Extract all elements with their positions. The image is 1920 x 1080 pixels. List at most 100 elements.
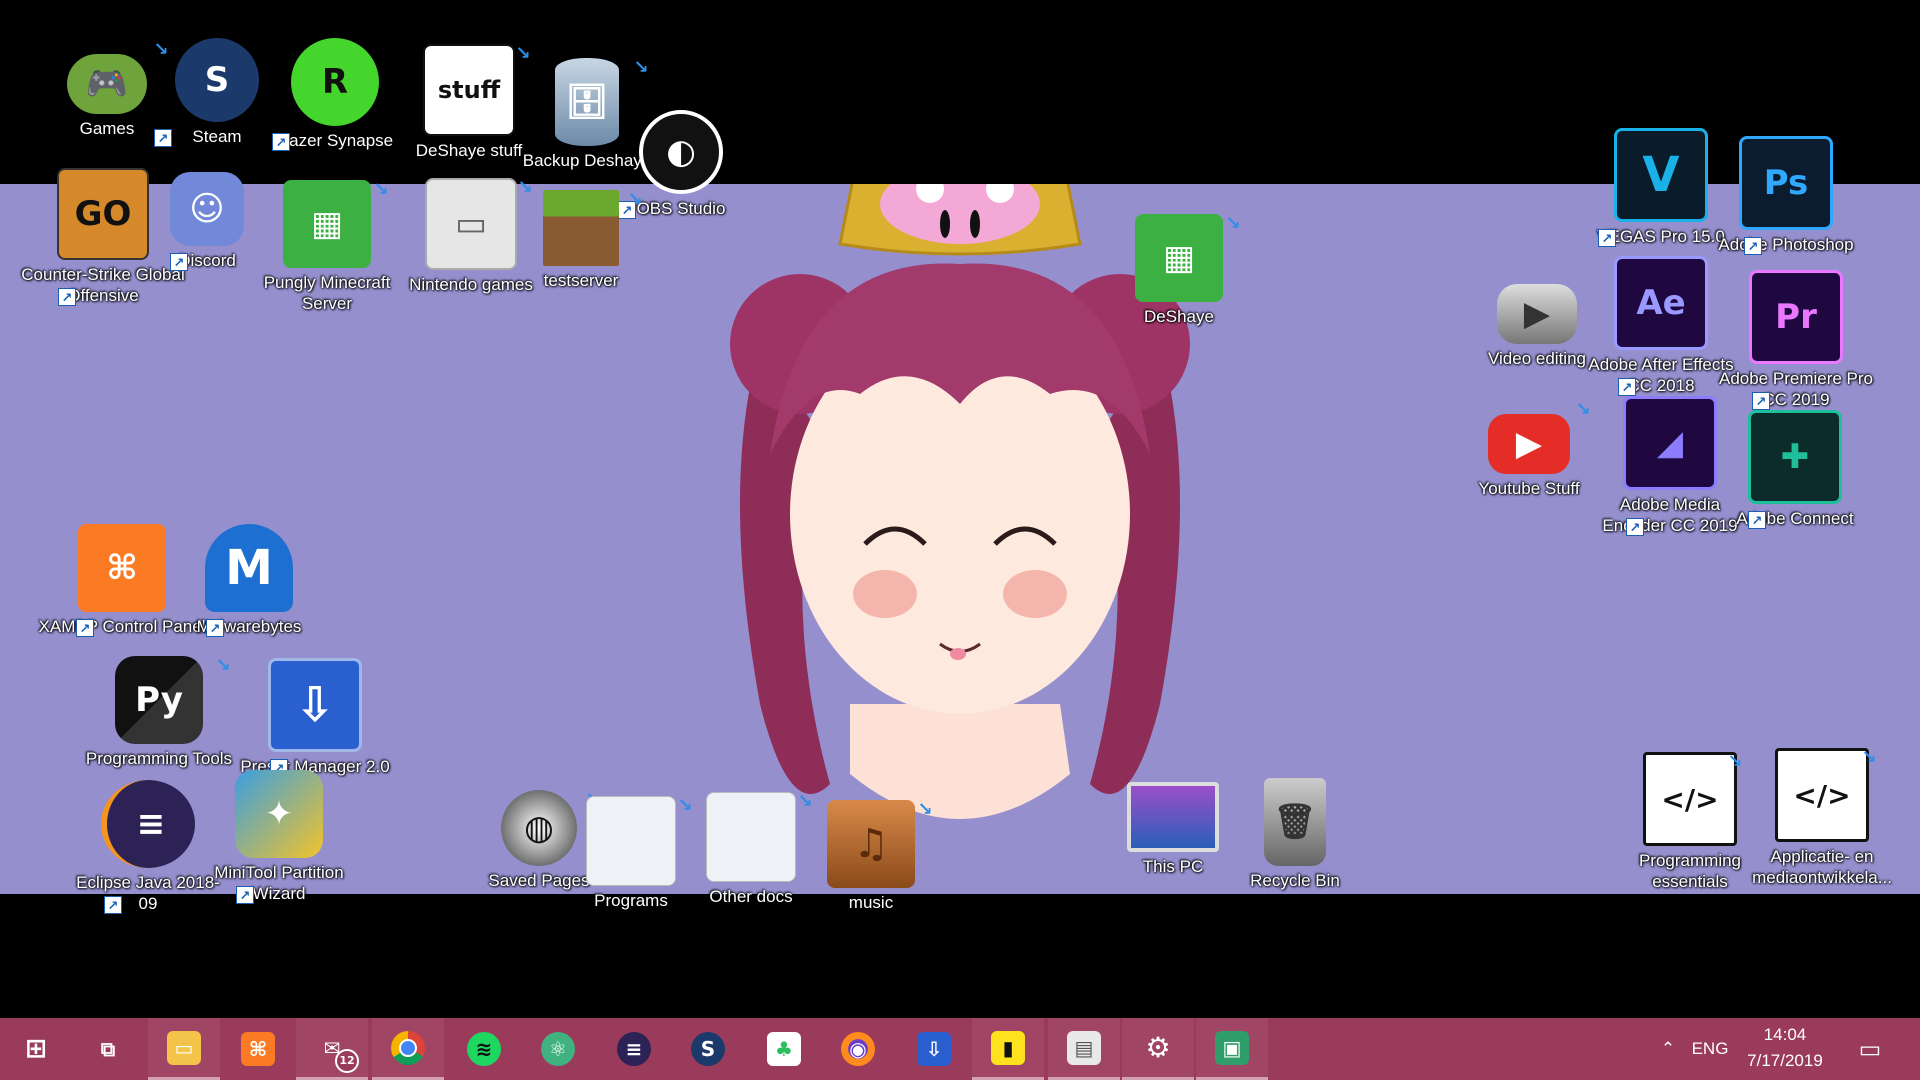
mail-icon: ✉ 12 — [315, 1031, 359, 1073]
pungly-minecraft-shortcut[interactable]: ▦ ↘ Pungly Minecraft Server — [262, 180, 392, 314]
other-docs-folder[interactable]: ↘ Other docs — [686, 792, 816, 907]
spotify-icon: ≋ — [467, 1032, 501, 1066]
taskbar-preset-manager[interactable]: ⇩ — [898, 1018, 970, 1080]
start-button[interactable]: ⊞ — [0, 1018, 72, 1080]
xampp-icon: ⌘ — [78, 524, 166, 612]
programs-folder[interactable]: ↘ Programs — [566, 796, 696, 911]
window-icon: ▤ — [1067, 1030, 1101, 1065]
shortcut-arrow-icon: ↘ — [1727, 751, 1743, 771]
gamepad-icon: 🎮 — [67, 54, 147, 114]
adobe-connect-icon: ✚ — [1748, 410, 1842, 504]
music-folder[interactable]: ♫ ↘ music — [806, 800, 936, 913]
shortcut-arrow-icon: ↗ — [1598, 229, 1616, 247]
shortcut-arrow-icon: ↗ — [58, 288, 76, 306]
download-arrow-icon: ⇩ — [268, 658, 362, 752]
shortcut-arrow-icon: ↗ — [1618, 378, 1636, 396]
deshaye-stuff-shortcut[interactable]: stuff ↘ DeShaye stuff — [404, 44, 534, 161]
desktop: 🎮 ↘ Games S ↗ Steam R ↗ Razer Synapse st… — [0, 0, 1920, 1018]
grass-block-icon — [543, 190, 619, 266]
xampp-icon: ⌘ — [241, 1032, 275, 1066]
shortcut-arrow-icon: ↘ — [373, 179, 389, 199]
atom-icon: ⚛ — [541, 1032, 575, 1066]
media-encoder-shortcut[interactable]: ◢ ↗ Adobe Media Encoder CC 2019 — [1590, 396, 1750, 536]
taskbar-xampp[interactable]: ⌘ — [222, 1018, 294, 1080]
shortcut-arrow-icon: ↗ — [104, 896, 122, 914]
download-arrow-icon: ⇩ — [917, 1032, 951, 1066]
taskbar-remote-desktop[interactable]: ▣ — [1196, 1018, 1268, 1080]
programming-essentials-shortcut[interactable]: </> ↘ Programming essentials — [1620, 752, 1760, 892]
eclipse-icon: ≡ — [617, 1032, 651, 1066]
discord-icon: ☺ — [170, 172, 244, 246]
system-clock[interactable]: 14:04 7/17/2019 — [1730, 1022, 1840, 1074]
sticky-notes-icon: ▮ — [991, 1030, 1025, 1065]
camcorder-icon: ▶ — [1497, 284, 1577, 344]
minitool-shortcut[interactable]: ✦ ↗ MiniTool Partition Wizard — [204, 770, 354, 904]
shortcut-arrow-icon: ↘ — [1225, 213, 1241, 233]
shortcut-arrow-icon: ↗ — [1744, 237, 1762, 255]
deshaye-shortcut[interactable]: ▦ ↘ DeShaye — [1114, 214, 1244, 327]
photoshop-shortcut[interactable]: Ps ↗ Adobe Photoshop CC 2015 — [1716, 136, 1856, 255]
taskbar-chrome[interactable] — [372, 1018, 444, 1080]
taskbar-steam[interactable]: S — [672, 1018, 744, 1080]
razer-synapse-shortcut[interactable]: R ↗ Razer Synapse — [270, 38, 400, 151]
taskbar-file-explorer[interactable]: ▭ — [148, 1018, 220, 1080]
clock-time: 14:04 — [1763, 1025, 1807, 1044]
premiere-pro-shortcut[interactable]: Pr ↗ Adobe Premiere Pro CC 2019 — [1716, 270, 1876, 410]
shortcut-arrow-icon: ↗ — [1626, 518, 1644, 536]
clock-date: 7/17/2019 — [1747, 1051, 1823, 1070]
applicatie-shortcut[interactable]: </> ↘ Applicatie- en mediaontwikkela... — [1744, 748, 1900, 888]
shortcut-arrow-icon: ↗ — [236, 886, 254, 904]
after-effects-icon: Ae — [1614, 256, 1708, 350]
show-hidden-icons-button[interactable]: ⌃ — [1648, 1018, 1688, 1080]
shortcut-arrow-icon: ↘ — [1861, 747, 1877, 767]
shortcut-arrow-icon: ↗ — [154, 129, 172, 147]
shortcut-arrow-icon: ↘ — [627, 189, 643, 209]
shortcut-arrow-icon: ↘ — [917, 799, 933, 819]
taskbar-eclipse[interactable]: ≡ — [598, 1018, 670, 1080]
obs-icon: ◐ — [639, 110, 723, 194]
malwarebytes-shortcut[interactable]: M ↗ Malwarebytes — [184, 524, 314, 637]
windows-logo-icon: ⊞ — [25, 1034, 47, 1064]
taskbar-spotify[interactable]: ≋ — [448, 1018, 520, 1080]
taskbar-firefox[interactable]: ◉ — [822, 1018, 894, 1080]
shortcut-arrow-icon: ↗ — [272, 133, 290, 151]
taskbar: ⊞ ⧉ ▭ ⌘ ✉ 12 ≋ ⚛ ≡ S ♣ ◉ ⇩ ▮ ▤ ⚙ ▣ ⌃ ENG… — [0, 1018, 1920, 1080]
language-indicator[interactable]: ENG — [1688, 1018, 1732, 1080]
vegas-pro-shortcut[interactable]: V ↗ VEGAS Pro 15.0 — [1596, 128, 1726, 247]
recycle-bin-icon-item[interactable]: 🗑 Recycle Bin — [1230, 778, 1360, 891]
razer-icon: R — [291, 38, 379, 126]
youtube-stuff-shortcut[interactable]: ▶ ↘ Youtube Stuff — [1464, 400, 1594, 499]
photoshop-icon: Ps — [1739, 136, 1833, 230]
discord-shortcut[interactable]: ☺ ↗ Discord — [142, 172, 272, 271]
youtube-icon: ▶ — [1488, 414, 1570, 474]
steam-shortcut[interactable]: S ↗ Steam — [152, 38, 282, 147]
shortcut-arrow-icon: ↘ — [215, 655, 231, 675]
adobe-connect-shortcut[interactable]: ✚ ↗ Adobe Connect — [1728, 410, 1862, 529]
notification-icon: ▭ — [1858, 1035, 1882, 1063]
taskbar-sticky-notes[interactable]: ▮ — [972, 1018, 1044, 1080]
music-folder-icon: ♫ — [827, 800, 915, 888]
preset-manager-shortcut[interactable]: ⇩ ↗ Preset Manager 2.0 — [240, 658, 390, 777]
malwarebytes-icon: M — [205, 524, 293, 612]
taskbar-settings[interactable]: ⚙ — [1122, 1018, 1194, 1080]
action-center-button[interactable]: ▭ — [1848, 1018, 1892, 1080]
task-view-button[interactable]: ⧉ — [72, 1018, 144, 1080]
steam-icon: S — [691, 1032, 725, 1066]
shortcut-arrow-icon: ↗ — [1752, 392, 1770, 410]
taskbar-evernote[interactable]: ♣ — [748, 1018, 820, 1080]
taskbar-atom[interactable]: ⚛ — [522, 1018, 594, 1080]
folder-icon: ▭ — [167, 1030, 201, 1065]
nintendo-ds-icon: ▭ — [425, 178, 517, 270]
testserver-shortcut[interactable]: ↘ testserver — [516, 190, 646, 291]
trash-icon: 🗑 — [1264, 778, 1326, 866]
csgo-icon: GO — [57, 168, 149, 260]
evernote-icon: ♣ — [767, 1032, 801, 1066]
taskbar-app-window[interactable]: ▤ — [1048, 1018, 1120, 1080]
this-pc-icon-item[interactable]: This PC — [1108, 772, 1238, 877]
programming-tools-folder[interactable]: Py ↘ Programming Tools — [84, 656, 234, 769]
taskbar-mail[interactable]: ✉ 12 — [296, 1018, 368, 1080]
computer-icon — [1127, 782, 1219, 852]
steam-icon: S — [175, 38, 259, 122]
monitor-icon: ▣ — [1215, 1030, 1249, 1065]
mac-folder-icon — [586, 796, 676, 886]
